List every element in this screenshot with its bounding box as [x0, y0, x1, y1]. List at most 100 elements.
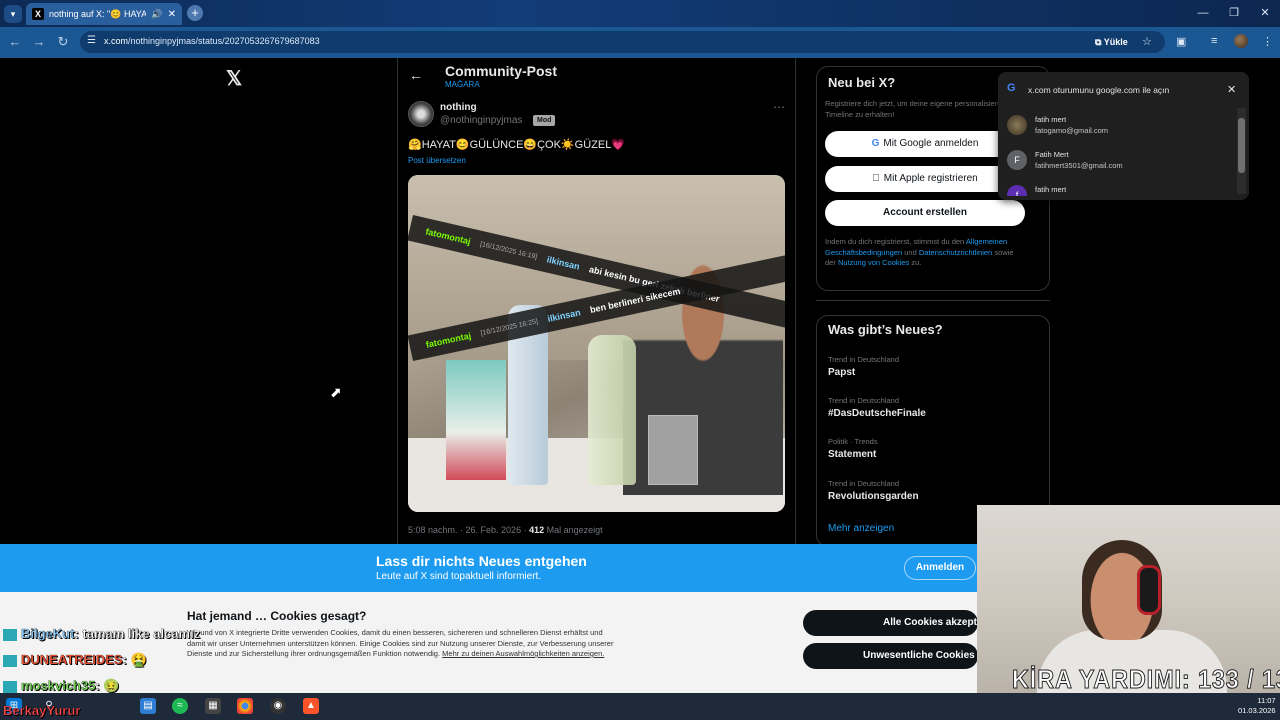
- webcam-headset: [1137, 565, 1161, 615]
- cookie-text: Wir und von X integrierte Dritte verwend…: [187, 628, 617, 660]
- accept-cookies-button[interactable]: Alle Cookies akzeptieren: [803, 610, 978, 636]
- menu-icon[interactable]: ⋮: [1262, 35, 1273, 48]
- chat-badge-icon: [3, 680, 17, 693]
- reject-cookies-button[interactable]: Unwesentliche Cookies ablehnen: [803, 643, 978, 669]
- chat-message: moskvich35: 🤢: [3, 678, 120, 694]
- forward-icon[interactable]: →: [30, 34, 48, 49]
- account-name: fatih mert: [1035, 115, 1067, 124]
- chrome-icon[interactable]: [237, 698, 253, 714]
- trends-title: Was gibt’s Neues?: [828, 322, 943, 337]
- post-meta: 5:08 nachm. · 26. Feb. 2026 · 412 Mal an…: [408, 525, 603, 535]
- login-button[interactable]: Anmelden: [904, 556, 976, 580]
- login-banner-subtitle: Leute auf X sind topaktuell informiert.: [376, 571, 542, 582]
- google-icon: G: [871, 138, 880, 149]
- reload-icon[interactable]: ↻: [54, 34, 72, 50]
- trend-item[interactable]: Statement: [828, 449, 876, 460]
- mouse-cursor-icon: ⬈: [330, 384, 342, 400]
- show-more-link[interactable]: Mehr anzeigen: [828, 523, 894, 534]
- google-one-tap-dialog: G x.com oturumunu google.com ile açın ✕ …: [998, 72, 1249, 200]
- video-glass: [648, 415, 698, 485]
- minimize-button[interactable]: —: [1187, 0, 1219, 27]
- google-icon: G: [1007, 82, 1016, 94]
- maximize-button[interactable]: ❐: [1218, 0, 1250, 27]
- tab-search-button[interactable]: ▾: [4, 5, 22, 23]
- view-count: 412: [529, 525, 545, 535]
- chat-badge-icon: [3, 628, 17, 641]
- author-name[interactable]: nothing: [440, 102, 477, 113]
- mod-badge: Mod: [533, 115, 556, 126]
- legal-text: zu.: [911, 258, 922, 267]
- chat-user: moskvich35: [21, 678, 96, 693]
- close-icon[interactable]: ✕: [1227, 83, 1236, 96]
- cookie-title: Hat jemand … Cookies gesagt?: [187, 609, 367, 623]
- account-name: Fatih Mert: [1035, 150, 1069, 159]
- author-handle[interactable]: @nothinginpyjmas: [440, 115, 522, 126]
- account-option[interactable]: F Fatih Mert fatihmert3501@gmail.com: [998, 143, 1238, 177]
- system-clock[interactable]: 11:07 01.03.2026: [1238, 696, 1276, 716]
- calculator-icon[interactable]: ▦: [205, 698, 221, 714]
- video-bottle: [588, 335, 636, 485]
- site-info-icon[interactable]: ☰: [87, 35, 96, 46]
- post-timestamp[interactable]: 5:08 nachm. · 26. Feb. 2026 ·: [408, 525, 527, 535]
- trend-item[interactable]: #DasDeutscheFinale: [828, 408, 926, 419]
- scrollbar[interactable]: [1237, 108, 1246, 194]
- translate-link[interactable]: Post übersetzen: [408, 156, 466, 165]
- app-icon[interactable]: ▤: [140, 698, 156, 714]
- create-account-button[interactable]: Account erstellen: [825, 200, 1025, 226]
- back-arrow-icon[interactable]: ←: [409, 67, 423, 83]
- chat-text: : 🤢: [95, 678, 120, 693]
- trend-context: Politik · Trends: [828, 437, 878, 446]
- obs-icon[interactable]: ◉: [270, 698, 286, 714]
- extensions-icon[interactable]: ▣: [1176, 35, 1186, 48]
- more-options-icon[interactable]: ⋯: [773, 100, 785, 114]
- caption-user: ilkinsan: [545, 254, 581, 272]
- google-signup-button[interactable]: G Mit Google anmelden: [825, 131, 1025, 157]
- close-window-button[interactable]: ✕: [1249, 0, 1280, 27]
- account-email: fatogamo@gmail.com: [1035, 126, 1109, 135]
- donation-counter: KİRA YARDIMI: 133 / 135: [1012, 664, 1280, 695]
- caption-tag: fatomontaj: [424, 226, 472, 247]
- signup-subtitle: Registriere dich jetzt, um deine eigene …: [825, 99, 1004, 119]
- chat-user: DUNEATREIDES: [21, 652, 123, 667]
- speaker-icon[interactable]: 🔊: [151, 9, 162, 20]
- profile-avatar[interactable]: [1234, 34, 1248, 48]
- account-option[interactable]: fatih mert fatogamo@gmail.com: [998, 108, 1238, 142]
- apple-signup-button[interactable]: Mit Apple registrieren: [825, 166, 1025, 192]
- page-title: Community-Post: [445, 63, 557, 79]
- x-logo-icon[interactable]: 𝕏: [226, 66, 242, 91]
- cookie-options-link[interactable]: Mehr zu deinen Auswahlmöglichkeiten anze…: [442, 649, 604, 658]
- caption-timestamp: [16/12/2025 16:19]: [479, 240, 538, 261]
- browser-tab[interactable]: X nothing auf X: "😊 HAYAT😊GÜLÜ... 🔊 ✕: [26, 3, 182, 25]
- legal-text: und: [904, 247, 917, 257]
- google-signup-label: Mit Google anmelden: [883, 138, 979, 149]
- install-icon: ⧉: [1095, 37, 1104, 47]
- install-app-button[interactable]: ⧉ Yükle: [1089, 33, 1134, 51]
- x-logo-icon: X: [32, 8, 44, 20]
- trend-context: Trend in Deutschland: [828, 396, 900, 405]
- tab-close-icon[interactable]: ✕: [168, 9, 176, 20]
- trend-item[interactable]: Revolutionsgarden: [828, 491, 919, 502]
- account-option[interactable]: f fatih mert: [998, 178, 1238, 196]
- back-icon[interactable]: ←: [6, 34, 24, 49]
- chat-badge-icon: [3, 654, 17, 667]
- community-link[interactable]: MAĞARA: [445, 80, 480, 89]
- cookies-link[interactable]: Nutzung von Cookies: [838, 258, 909, 267]
- scrollbar-thumb[interactable]: [1238, 118, 1245, 173]
- bookmark-star-icon[interactable]: ☆: [1142, 35, 1152, 48]
- avatar: f: [1007, 185, 1027, 196]
- brave-icon[interactable]: ▲: [303, 698, 319, 714]
- reading-list-icon[interactable]: ≡: [1211, 35, 1217, 47]
- spotify-icon[interactable]: ≈: [172, 698, 188, 714]
- new-tab-button[interactable]: +: [187, 5, 203, 21]
- signup-title: Neu bei X?: [828, 75, 896, 90]
- chat-message: BerkayYurur: [3, 703, 81, 718]
- post-video[interactable]: fatomontaj [16/12/2025 16:19] ilkinsan a…: [408, 175, 785, 512]
- trend-item[interactable]: Papst: [828, 367, 855, 378]
- post-text: 🤗HAYAT😊GÜLÜNCE😄ÇOK☀️GÜZEL💗: [408, 139, 626, 151]
- author-avatar[interactable]: [408, 101, 434, 127]
- video-juice-box: [446, 360, 506, 480]
- account-email: fatihmert3501@gmail.com: [1035, 161, 1123, 170]
- address-bar[interactable]: ☰ x.com/nothinginpyjmas/status/202705326…: [80, 31, 1165, 53]
- taskbar: [0, 693, 1280, 720]
- privacy-link[interactable]: Datenschutzrichtlinien: [919, 248, 992, 257]
